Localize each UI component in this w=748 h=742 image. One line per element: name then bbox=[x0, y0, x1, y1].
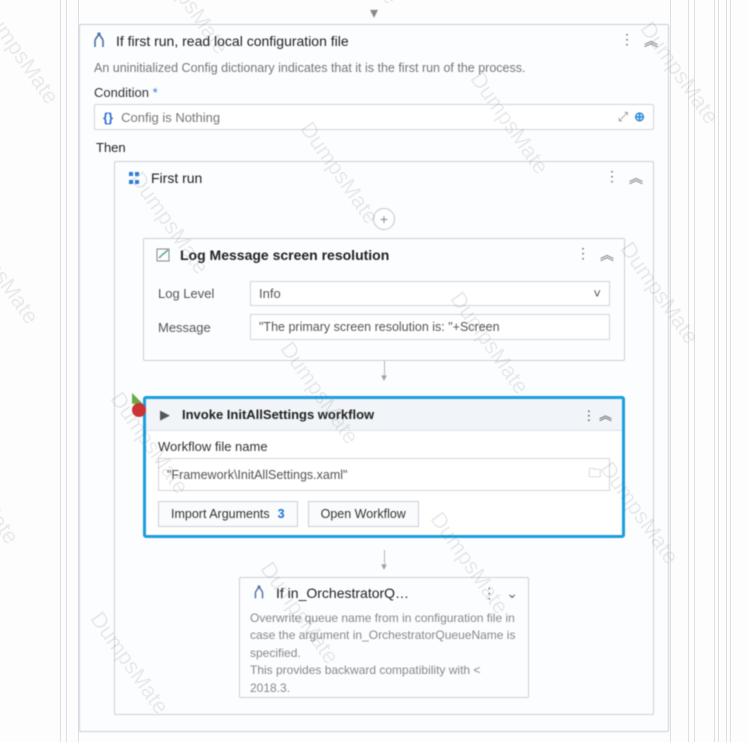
activity-if-first-run[interactable]: If first run, read local configuration f… bbox=[79, 24, 669, 732]
activity-first-run[interactable]: First run ⋮ ︽ + bbox=[114, 161, 654, 715]
more-icon[interactable]: ⋮ bbox=[620, 31, 634, 51]
message-input[interactable]: "The primary screen resolution is: "+Scr… bbox=[250, 314, 610, 340]
collapse-icon[interactable]: ︽ bbox=[600, 245, 614, 265]
activity-if-orchestrator-queue[interactable]: If in_OrchestratorQ… ⋮ ⌄ Overwrite queue… bbox=[239, 577, 529, 698]
nested-if-description: Overwrite queue name from in configurati… bbox=[240, 608, 528, 697]
more-icon[interactable]: ⋮ bbox=[576, 245, 590, 265]
log-icon bbox=[154, 246, 172, 264]
add-activity-button[interactable]: + bbox=[373, 208, 395, 230]
play-icon: ▶ bbox=[156, 406, 174, 424]
braces-icon: {} bbox=[103, 110, 113, 125]
log-level-label: Log Level bbox=[158, 286, 236, 301]
first-run-title: First run bbox=[151, 170, 597, 186]
collapse-icon[interactable]: ︽ bbox=[629, 168, 643, 188]
workflow-file-input[interactable]: "Framework\InitAllSettings.xaml" 🗀 bbox=[158, 458, 610, 491]
more-icon[interactable]: ⋮ bbox=[482, 585, 496, 602]
if-icon bbox=[90, 32, 108, 50]
if-description: An uninitialized Config dictionary indic… bbox=[94, 61, 654, 75]
activity-invoke-initallsettings[interactable]: ◣ ▶ Invoke InitAllSettings workflow ⋮ ︽ bbox=[143, 396, 625, 538]
expand-icon[interactable]: ⌄ bbox=[506, 585, 518, 602]
then-label: Then bbox=[96, 140, 652, 155]
chevron-down-icon: ˅ bbox=[593, 286, 601, 301]
more-icon[interactable]: ⋮ bbox=[605, 168, 619, 188]
import-arguments-button[interactable]: Import Arguments 3 bbox=[158, 501, 298, 527]
log-title: Log Message screen resolution bbox=[180, 247, 568, 263]
more-icon[interactable]: ⋮ bbox=[582, 408, 595, 423]
flow-arrow-icon: ▾ bbox=[129, 560, 639, 573]
expand-icon[interactable]: ⤢ bbox=[618, 109, 628, 125]
flow-arrow-icon: ▾ bbox=[129, 371, 639, 384]
condition-label: Condition * bbox=[94, 85, 654, 100]
breakpoint-icon[interactable] bbox=[132, 403, 146, 417]
nested-if-title: If in_OrchestratorQ… bbox=[276, 585, 474, 601]
open-workflow-button[interactable]: Open Workflow bbox=[308, 501, 419, 527]
folder-icon[interactable]: 🗀 bbox=[588, 464, 601, 485]
sequence-icon bbox=[125, 169, 143, 187]
activity-log-message[interactable]: Log Message screen resolution ⋮ ︽ Log Le… bbox=[143, 238, 625, 361]
condition-input[interactable]: {} Config is Nothing ⤢ ⊕ bbox=[94, 104, 654, 130]
add-condition-icon[interactable]: ⊕ bbox=[634, 109, 645, 125]
flow-arrow-top: ▾ bbox=[79, 8, 669, 20]
log-level-select[interactable]: Info ˅ bbox=[250, 281, 610, 306]
condition-expression: Config is Nothing bbox=[121, 110, 220, 125]
invoke-title: Invoke InitAllSettings workflow bbox=[182, 407, 574, 422]
collapse-icon[interactable]: ︽ bbox=[599, 408, 612, 423]
if-title: If first run, read local configuration f… bbox=[116, 33, 612, 49]
workflow-file-label: Workflow file name bbox=[158, 439, 610, 454]
message-label: Message bbox=[158, 320, 236, 335]
if-icon bbox=[250, 584, 268, 602]
collapse-icon[interactable]: ︽ bbox=[644, 31, 658, 51]
